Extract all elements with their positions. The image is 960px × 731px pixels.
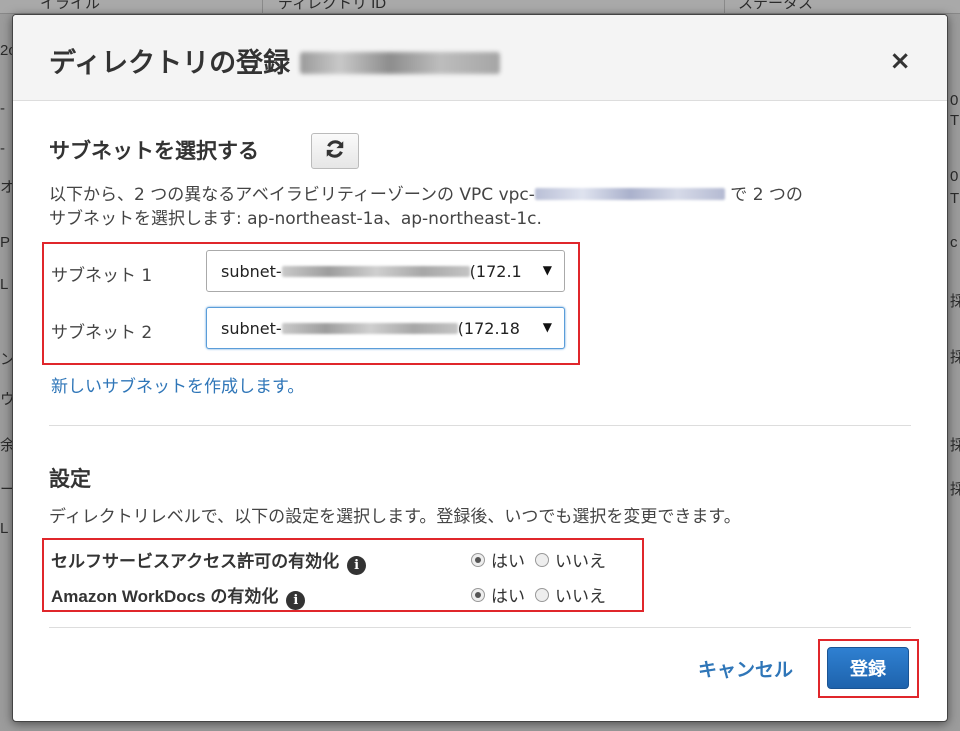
self-service-no-radio[interactable] [535, 552, 549, 567]
subnet-description: 以下から、2 つの異なるアベイラビリティーゾーンの VPC vpc- で 2 つ… [49, 185, 803, 229]
workdocs-setting-label: Amazon WorkDocs の有効化 i [51, 582, 306, 610]
settings-description: ディレクトリレベルで、以下の設定を選択します。登録後、いつでも選択を変更できます… [49, 507, 741, 527]
self-service-radio-group: はい いいえ [471, 547, 612, 572]
background-text: 0 [950, 92, 959, 109]
subnet2-select[interactable]: subnet- (172.18 ▼ [206, 307, 565, 349]
redacted-subnet1-id [281, 265, 470, 277]
background-text: - [0, 100, 5, 117]
background-text: T [950, 190, 960, 207]
background-text: 採 [950, 293, 960, 310]
workdocs-yes-radio[interactable] [471, 587, 485, 602]
subnet1-label: サブネット 1 [51, 266, 153, 286]
background-header-col1: イライル [40, 0, 101, 12]
section-divider [49, 425, 911, 426]
background-text: 採 [950, 437, 960, 454]
background-text: 0 [950, 168, 959, 185]
register-button[interactable]: 登録 [827, 647, 909, 689]
background-header-col3: ステータス [738, 0, 814, 12]
redacted-directory-id [300, 52, 501, 74]
register-directory-dialog: ディレクトリの登録 × サブネットを選択する 以下から、2 つの異なるアベイラビ… [12, 14, 948, 722]
subnet-section-title: サブネットを選択する [49, 139, 259, 163]
dropdown-arrow-icon: ▼ [542, 320, 552, 334]
background-table-header: イライル ディレクトリ ID ステータス [0, 0, 960, 14]
background-text: L [0, 276, 9, 293]
create-subnet-link[interactable]: 新しいサブネットを作成します。 [51, 372, 304, 397]
subnet1-select[interactable]: subnet- (172.1 ▼ [206, 250, 565, 292]
background-text: c [950, 234, 958, 251]
background-text: P [0, 234, 11, 251]
subnet2-label: サブネット 2 [51, 323, 153, 343]
dialog-title-text: ディレクトリの登録 [49, 48, 291, 79]
background-header-col2: ディレクトリ ID [278, 0, 387, 12]
dropdown-arrow-icon: ▼ [542, 263, 552, 277]
background-text: 採 [950, 349, 960, 366]
dialog-header: ディレクトリの登録 × [13, 15, 947, 101]
settings-section-title: 設定 [49, 467, 91, 491]
info-icon[interactable]: i [286, 591, 306, 610]
background-text: T [950, 112, 960, 129]
background-text: - [0, 140, 5, 157]
refresh-icon [324, 138, 346, 164]
workdocs-no-radio[interactable] [535, 587, 549, 602]
footer-divider [49, 627, 911, 628]
background-text: 採 [950, 481, 960, 498]
self-service-setting-label: セルフサービスアクセス許可の有効化 i [51, 547, 367, 575]
dialog-title: ディレクトリの登録 [49, 41, 501, 80]
workdocs-radio-group: はい いいえ [471, 582, 612, 607]
redacted-subnet2-id [281, 322, 458, 334]
background-text: L [0, 520, 9, 537]
self-service-yes-radio[interactable] [471, 552, 485, 567]
close-icon[interactable]: × [889, 48, 911, 74]
cancel-button[interactable]: キャンセル [698, 655, 793, 682]
info-icon[interactable]: i [347, 556, 367, 575]
redacted-vpc-id [534, 188, 725, 200]
refresh-subnets-button[interactable] [311, 133, 359, 169]
